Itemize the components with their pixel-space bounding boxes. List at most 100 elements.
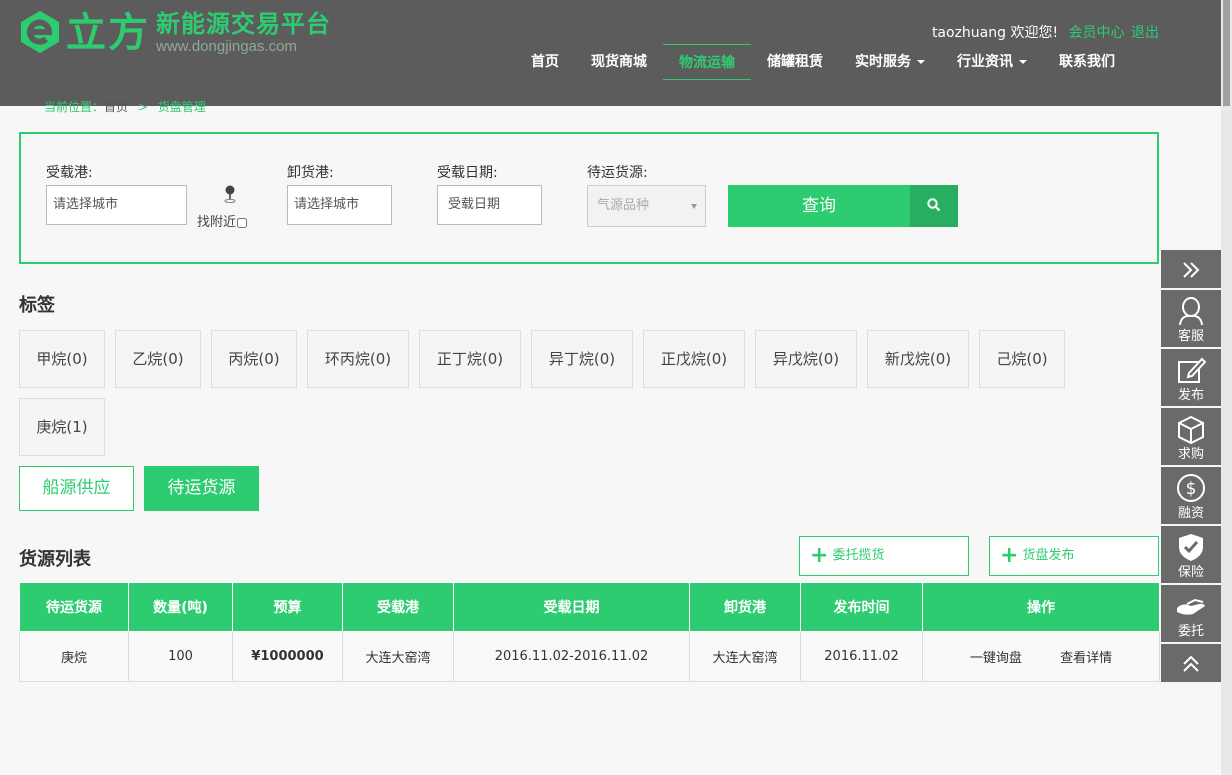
nav-home[interactable]: 首页 [515, 44, 575, 80]
sidebar-item-insurance[interactable]: 保险 [1161, 526, 1221, 585]
sidebar-item-customer-service[interactable]: 客服 [1161, 290, 1221, 349]
tag-n-pentane[interactable]: 正戊烷(0) [643, 330, 745, 388]
tag-neopentane[interactable]: 新戊烷(0) [867, 330, 969, 388]
search-panel: 受载港: 请选择城市 找附近 卸货港: 请选择城市 受载日期: 受载日期 待运货… [19, 132, 1159, 264]
cell-cargo: 庚烷 [19, 631, 129, 682]
discharge-port-input[interactable]: 请选择城市 [287, 185, 392, 225]
nearby-checkbox[interactable] [237, 217, 248, 228]
plus-icon: + [810, 542, 829, 568]
nearby-label: 找附近 [197, 215, 237, 230]
column-header: 受载港 [342, 582, 454, 632]
plus-icon: + [1000, 542, 1019, 568]
main-nav: 首页 现货商城 物流运输 储罐租赁 实时服务 行业资讯 联系我们 [515, 44, 1131, 80]
tag-isobutane[interactable]: 异丁烷(0) [531, 330, 633, 388]
sidebar-item-purchase[interactable]: 求购 [1161, 408, 1221, 467]
caret-down-icon [917, 60, 925, 64]
cell-load-date: 2016.11.02-2016.11.02 [453, 631, 690, 682]
load-port-input[interactable]: 请选择城市 [46, 185, 187, 225]
tag-propane[interactable]: 丙烷(0) [211, 330, 297, 388]
column-header: 发布时间 [800, 582, 923, 632]
logo-e-icon [21, 11, 59, 53]
sidebar-label: 融资 [1177, 506, 1204, 521]
cargo-type-select[interactable]: 气源品种 [587, 185, 706, 227]
tag-cyclopropane[interactable]: 环丙烷(0) [307, 330, 409, 388]
logo-url: www.dongjingas.com [156, 38, 297, 55]
sidebar-label: 保险 [1177, 565, 1204, 580]
inquiry-link[interactable]: 一键询盘 [970, 651, 1022, 666]
breadcrumb-current: 货盘管理 [157, 100, 206, 114]
user-bar: taozhuang 欢迎您! 会员中心 退出 [932, 22, 1159, 42]
publish-cargo-button[interactable]: + 货盘发布 [989, 536, 1159, 576]
table-row: 庚烷 100 ¥1000000 大连大窑湾 2016.11.02-2016.11… [19, 631, 1160, 682]
cargo-label: 待运货源: [587, 165, 648, 181]
column-header: 卸货港 [689, 582, 801, 632]
search-icon-button[interactable] [910, 185, 958, 227]
nav-tank-leasing[interactable]: 储罐租赁 [751, 44, 839, 80]
breadcrumb: 当前位置：首页 > 货盘管理 [44, 98, 206, 115]
member-center-link[interactable]: 会员中心 [1069, 25, 1125, 41]
sidebar-item-publish[interactable]: 发布 [1161, 349, 1221, 408]
tag-isopentane[interactable]: 异戊烷(0) [755, 330, 857, 388]
cell-discharge-port: 大连大窑湾 [689, 631, 801, 682]
nav-spot-mall[interactable]: 现货商城 [575, 44, 663, 80]
entrust-cargo-label: 委托揽货 [832, 548, 885, 563]
box-icon [1178, 415, 1204, 445]
sidebar-collapse-button[interactable] [1161, 250, 1221, 290]
tag-hexane[interactable]: 己烷(0) [979, 330, 1065, 388]
ship-supply-tab[interactable]: 船源供应 [19, 466, 134, 511]
logout-link[interactable]: 退出 [1131, 25, 1159, 41]
cell-actions: 一键询盘 查看详情 [922, 631, 1160, 682]
select-arrow-icon [691, 204, 697, 209]
map-pin-icon[interactable] [224, 185, 236, 203]
sidebar-label: 发布 [1177, 388, 1204, 403]
search-icon [927, 198, 941, 212]
cargo-pending-tab[interactable]: 待运货源 [144, 466, 259, 511]
nav-contact-us[interactable]: 联系我们 [1043, 44, 1131, 80]
edit-icon [1178, 357, 1207, 383]
breadcrumb-separator: > [137, 100, 148, 114]
logo-tagline: 新能源交易平台 [156, 10, 331, 38]
user-icon [1179, 297, 1203, 326]
cargo-table: 待运货源 数量(吨) 预算 受载港 受载日期 卸货港 发布时间 操作 庚烷 10… [19, 582, 1160, 682]
column-header: 待运货源 [19, 582, 129, 632]
shield-check-icon [1179, 534, 1203, 561]
sidebar-label: 客服 [1177, 329, 1204, 344]
nav-industry-news[interactable]: 行业资讯 [941, 44, 1043, 80]
back-to-top-button[interactable] [1161, 644, 1221, 684]
double-chevron-up-icon [1183, 655, 1199, 672]
column-header: 数量(吨) [128, 582, 233, 632]
entrust-cargo-button[interactable]: + 委托揽货 [799, 536, 969, 576]
sidebar-label: 求购 [1177, 447, 1204, 462]
tag-methane[interactable]: 甲烷(0) [19, 330, 105, 388]
tag-heptane[interactable]: 庚烷(1) [19, 398, 105, 456]
column-header: 操作 [922, 582, 1160, 632]
sidebar-item-financing[interactable]: $ 融资 [1161, 467, 1221, 526]
scrollbar-track[interactable] [1221, 0, 1232, 775]
sidebar-item-entrust[interactable]: 委托 [1161, 585, 1221, 644]
tag-ethane[interactable]: 乙烷(0) [115, 330, 201, 388]
load-date-label: 受载日期: [437, 165, 498, 181]
cargo-type-value: 气源品种 [597, 198, 650, 213]
dollar-icon: $ [1177, 474, 1205, 502]
breadcrumb-prefix: 当前位置： [44, 100, 105, 114]
site-logo[interactable]: 立方 新能源交易平台 www.dongjingas.com [18, 10, 331, 56]
load-date-input[interactable]: 受载日期 [437, 185, 542, 225]
cell-quantity: 100 [128, 631, 233, 682]
floating-sidebar: 客服 发布 求购 $ 融资 保险 委托 [1161, 250, 1221, 684]
handshake-icon [1177, 598, 1205, 615]
nav-logistics[interactable]: 物流运输 [663, 44, 751, 80]
column-header: 预算 [232, 582, 343, 632]
view-detail-link[interactable]: 查看详情 [1060, 651, 1112, 666]
username: taozhuang [931, 25, 1007, 41]
double-chevron-right-icon [1183, 262, 1200, 278]
tag-n-butane[interactable]: 正丁烷(0) [419, 330, 521, 388]
site-header: 立方 新能源交易平台 www.dongjingas.com taozhuang … [0, 0, 1221, 106]
breadcrumb-home[interactable]: 首页 [104, 100, 128, 114]
cell-budget: ¥1000000 [232, 631, 343, 682]
welcome-text: 欢迎您! [1010, 25, 1059, 41]
query-button[interactable]: 查询 [728, 185, 910, 227]
publish-cargo-label: 货盘发布 [1022, 548, 1075, 563]
scrollbar-thumb[interactable] [1223, 0, 1230, 106]
nav-realtime-service[interactable]: 实时服务 [839, 44, 941, 80]
cell-load-port: 大连大窑湾 [342, 631, 454, 682]
